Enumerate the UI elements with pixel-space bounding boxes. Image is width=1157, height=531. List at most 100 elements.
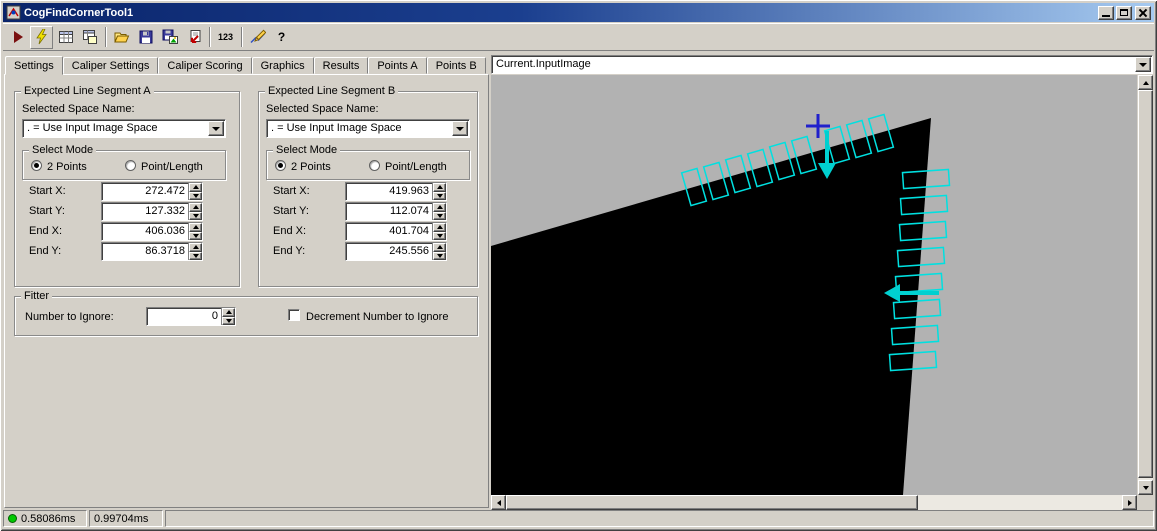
spin-up-button[interactable]: [433, 203, 446, 212]
end-x-input-a[interactable]: 406.036: [101, 222, 203, 241]
end-x-input-b[interactable]: 401.704: [345, 222, 447, 241]
spin-down-button[interactable]: [189, 232, 202, 241]
start-y-value-a: 127.332: [102, 203, 188, 220]
spin-down-button[interactable]: [433, 192, 446, 201]
dropdown-arrow-icon[interactable]: [208, 121, 224, 136]
horizontal-scroll-thumb[interactable]: [506, 495, 918, 510]
start-y-label-b: Start Y:: [273, 205, 309, 217]
settings-tab-page: Expected Line Segment A Selected Space N…: [4, 74, 489, 508]
open-button[interactable]: [110, 26, 133, 49]
vertical-scroll-thumb[interactable]: [1138, 90, 1153, 478]
decrement-checkbox[interactable]: [288, 309, 300, 321]
minimize-icon: [1102, 15, 1110, 17]
horizontal-scroll-track[interactable]: [506, 495, 1122, 510]
help-button[interactable]: ?: [270, 26, 293, 49]
start-y-input-b[interactable]: 112.074: [345, 202, 447, 221]
dropdown-arrow-icon[interactable]: [452, 121, 468, 136]
spin-up-button[interactable]: [189, 223, 202, 232]
start-x-input-a[interactable]: 272.472: [101, 182, 203, 201]
space-name-value-a: . = Use Input Image Space: [27, 122, 158, 134]
spin-down-button[interactable]: [222, 317, 235, 326]
mode-pointlength-radio-b[interactable]: [369, 160, 380, 171]
end-x-value-a: 406.036: [102, 223, 188, 240]
mode-2points-radio-a[interactable]: [31, 160, 42, 171]
close-button[interactable]: [1135, 6, 1151, 20]
spin-up-button[interactable]: [433, 243, 446, 252]
image-vertical-scrollbar[interactable]: [1138, 75, 1153, 495]
floating-grid-button[interactable]: [78, 26, 101, 49]
spin-up-button[interactable]: [222, 308, 235, 317]
spin-down-button[interactable]: [433, 232, 446, 241]
mode-2points-label-b: 2 Points: [291, 161, 331, 173]
start-x-input-b[interactable]: 419.963: [345, 182, 447, 201]
spin-down-button[interactable]: [189, 192, 202, 201]
floppy-icon: [138, 29, 154, 45]
tab-settings[interactable]: Settings: [5, 56, 63, 75]
results-grid-button[interactable]: [54, 26, 77, 49]
import-image-button[interactable]: [182, 26, 205, 49]
tab-points-b[interactable]: Points B: [427, 57, 486, 74]
numeric-format-button[interactable]: 123: [214, 26, 237, 49]
spin-up-button[interactable]: [433, 223, 446, 232]
mode-pointlength-radio-a[interactable]: [125, 160, 136, 171]
spin-up-button[interactable]: [189, 183, 202, 192]
toolbar-separator: [241, 27, 243, 47]
tab-label: Results: [323, 60, 360, 72]
space-name-label-b: Selected Space Name:: [266, 103, 379, 115]
spin-down-button[interactable]: [189, 252, 202, 261]
run-icon: [10, 29, 26, 45]
mode-2points-radio-b[interactable]: [275, 160, 286, 171]
spin-up-button[interactable]: [189, 203, 202, 212]
settings-pane: Settings Caliper Settings Caliper Scorin…: [4, 55, 489, 508]
mode-2points-label-a: 2 Points: [47, 161, 87, 173]
end-y-input-b[interactable]: 245.556: [345, 242, 447, 261]
end-y-input-a[interactable]: 86.3718: [101, 242, 203, 261]
end-x-label-b: End X:: [273, 225, 306, 237]
scroll-down-button[interactable]: [1138, 480, 1153, 495]
tab-graphics[interactable]: Graphics: [252, 57, 314, 74]
tab-label: Points A: [377, 60, 417, 72]
vertical-scroll-track[interactable]: [1138, 90, 1153, 480]
dropdown-arrow-icon[interactable]: [1135, 57, 1151, 72]
total-time-panel: 0.99704ms: [89, 510, 163, 527]
electric-run-button[interactable]: [30, 26, 53, 49]
save-image-button[interactable]: [158, 26, 181, 49]
number-to-ignore-input[interactable]: 0: [146, 307, 236, 326]
pen-chart-icon: [250, 29, 266, 45]
start-x-label-a: Start X:: [29, 185, 66, 197]
run-button[interactable]: [6, 26, 29, 49]
space-name-select-b[interactable]: . = Use Input Image Space: [266, 119, 470, 138]
start-y-input-a[interactable]: 127.332: [101, 202, 203, 221]
tab-label: Points B: [436, 60, 477, 72]
spin-up-button[interactable]: [433, 183, 446, 192]
spin-down-button[interactable]: [189, 212, 202, 221]
spin-down-button[interactable]: [433, 252, 446, 261]
titlebar[interactable]: CogFindCornerTool1: [3, 3, 1154, 22]
select-mode-group-b: Select Mode 2 Points Point/Length: [266, 150, 470, 180]
scroll-right-button[interactable]: [1122, 495, 1137, 510]
tab-caliper-settings[interactable]: Caliper Settings: [63, 57, 159, 74]
graphics-button[interactable]: [246, 26, 269, 49]
minimize-button[interactable]: [1098, 6, 1114, 20]
mode-pointlength-label-a: Point/Length: [141, 161, 203, 173]
start-x-value-a: 272.472: [102, 183, 188, 200]
tab-results[interactable]: Results: [314, 57, 369, 74]
maximize-button[interactable]: [1116, 6, 1132, 20]
segment-b-title: Expected Line Segment B: [265, 85, 398, 97]
status-message-panel: [165, 510, 1154, 527]
total-time-value: 0.99704ms: [94, 513, 148, 525]
image-selector-combo[interactable]: Current.InputImage: [491, 55, 1153, 74]
tab-points-a[interactable]: Points A: [368, 57, 426, 74]
space-name-select-a[interactable]: . = Use Input Image Space: [22, 119, 226, 138]
scroll-up-button[interactable]: [1138, 75, 1153, 90]
spin-up-button[interactable]: [189, 243, 202, 252]
spin-down-button[interactable]: [433, 212, 446, 221]
start-y-value-b: 112.074: [346, 203, 432, 220]
save-button[interactable]: [134, 26, 157, 49]
end-x-value-b: 401.704: [346, 223, 432, 240]
scroll-left-button[interactable]: [491, 495, 506, 510]
image-display[interactable]: [491, 75, 1137, 495]
image-selector-value: Current.InputImage: [496, 58, 591, 70]
image-horizontal-scrollbar[interactable]: [491, 495, 1137, 510]
tab-caliper-scoring[interactable]: Caliper Scoring: [158, 57, 251, 74]
